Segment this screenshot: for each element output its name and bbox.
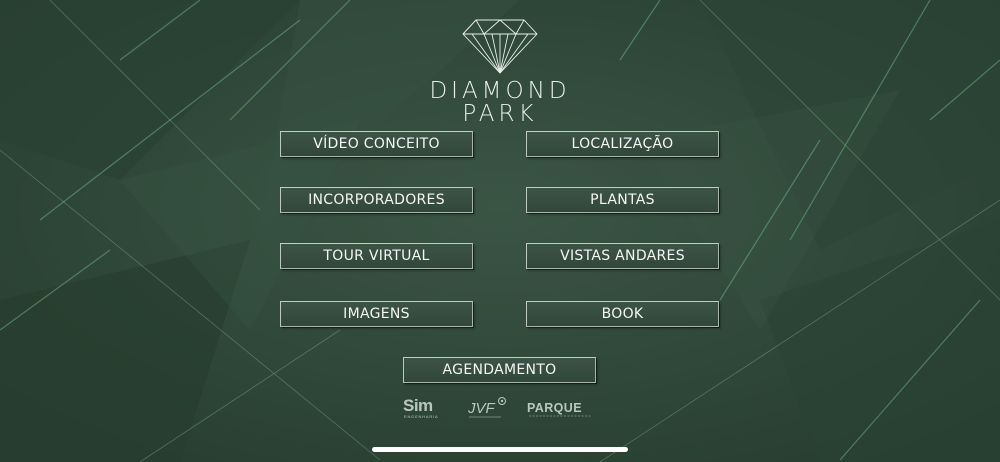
brand-name-line1: DIAMOND [429,78,571,104]
video-conceito-button[interactable]: VÍDEO CONCEITO [280,131,473,157]
home-indicator[interactable] [372,447,628,452]
jvf-logo: JVF [467,397,506,418]
incorporadores-button[interactable]: INCORPORADORES [280,187,473,213]
sim-engenharia-logo: Sim ENGENHARIA [403,396,438,419]
svg-text:JVF: JVF [467,400,496,417]
book-button[interactable]: BOOK [526,301,719,327]
brand-name-line2: PARK [462,101,538,127]
diamond-icon [462,19,538,74]
plantas-button[interactable]: PLANTAS [526,187,719,213]
tour-virtual-button[interactable]: TOUR VIRTUAL [280,243,473,269]
localizacao-button[interactable]: LOCALIZAÇÃO [526,131,719,157]
agendamento-button[interactable]: AGENDAMENTO [403,357,596,383]
svg-text:PARQUE: PARQUE [527,401,582,415]
parque-logo: PARQUE [527,401,592,417]
vistas-andares-button[interactable]: VISTAS ANDARES [526,243,719,269]
svg-text:Sim: Sim [403,396,433,415]
svg-text:ENGENHARIA: ENGENHARIA [404,414,438,419]
imagens-button[interactable]: IMAGENS [280,301,473,327]
